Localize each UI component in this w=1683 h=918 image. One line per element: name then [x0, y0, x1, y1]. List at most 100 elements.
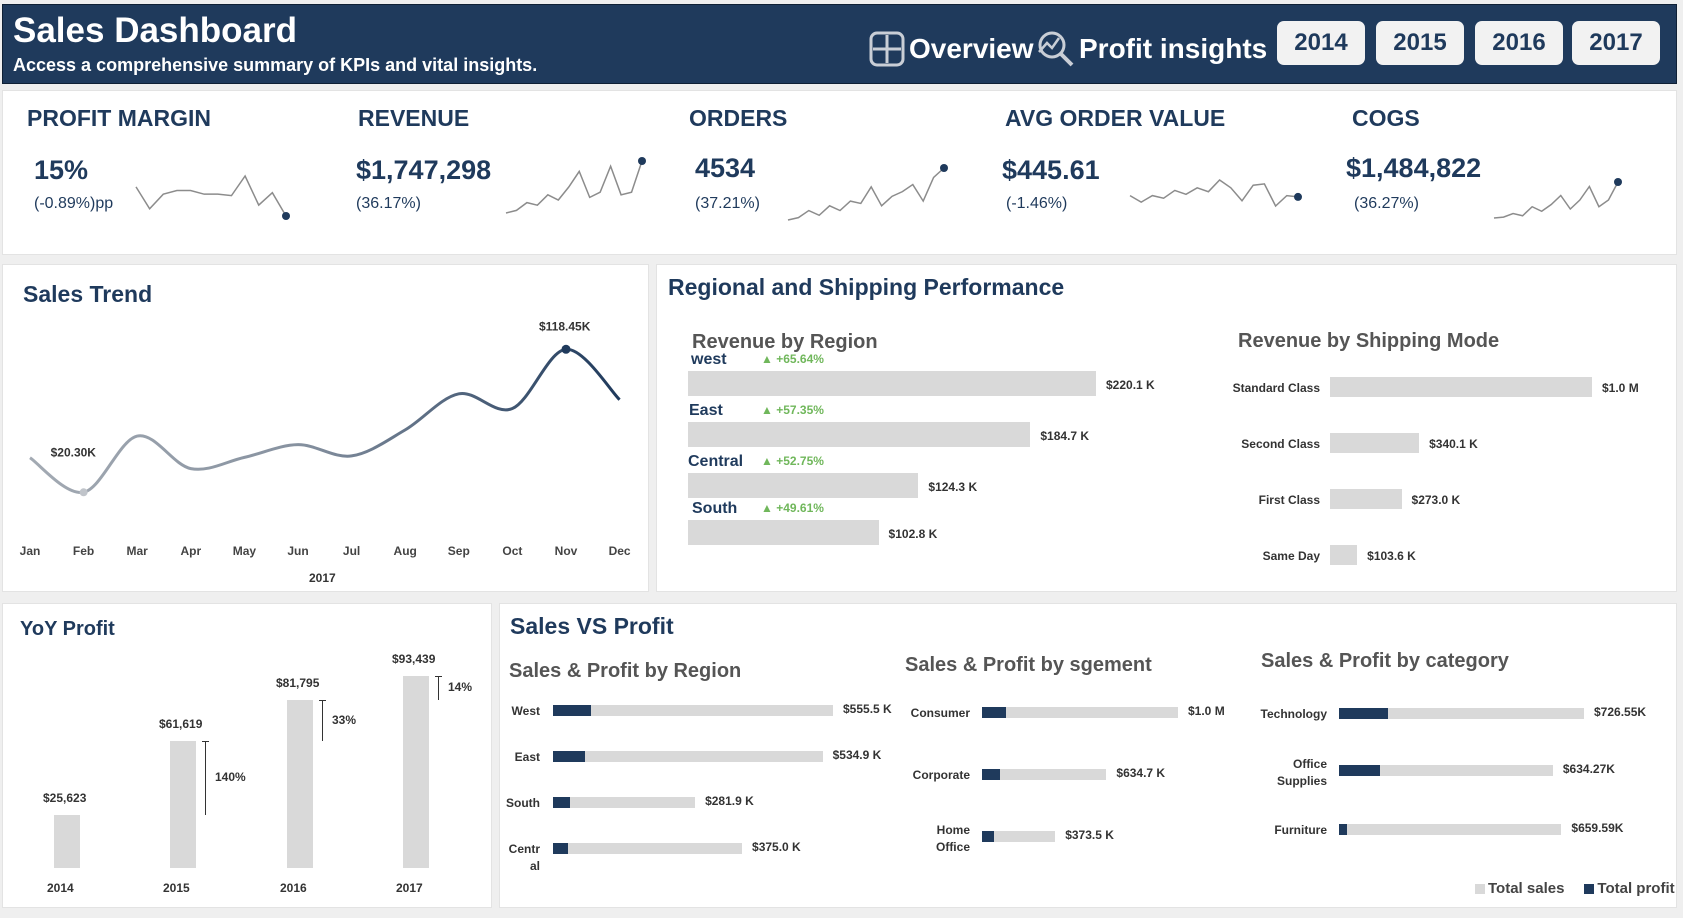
sales-trend-month-label: Feb	[73, 544, 94, 558]
sp-segment-value-label: $634.7 K	[1116, 766, 1166, 780]
sp-region-profit-bar	[553, 705, 591, 716]
yoy-value-label: $61,619	[159, 717, 203, 732]
shipping-mode-label: Second Class	[1241, 437, 1320, 451]
kpi-aov-title: AVG ORDER VALUE	[1005, 105, 1226, 131]
year-button-2014[interactable]: 2014	[1277, 21, 1365, 65]
sparkline-endpoint	[638, 157, 646, 165]
sp-legend: Total sales Total profit	[1475, 880, 1675, 897]
kpi-profit-margin-sparkline	[135, 174, 290, 220]
yoy-bar	[287, 699, 313, 868]
sales-trend-max-label: $118.45K	[539, 319, 591, 333]
sparkline-path	[787, 167, 945, 221]
sp-region-label: South	[506, 796, 540, 810]
kpi-cogs-sparkline	[1493, 178, 1622, 219]
nav-profit-insights-label: Profit insights	[1079, 33, 1268, 64]
sp-category-profit-bar	[1339, 824, 1347, 835]
yoy-year-label: 2014	[47, 881, 74, 895]
yoy-growth-label: 14%	[448, 679, 473, 694]
sales-trend-month-label: Nov	[555, 544, 578, 558]
legend-total-profit: Total profit	[1597, 880, 1675, 897]
sparkline-path	[1493, 181, 1619, 219]
kpi-aov-sparkline	[1129, 179, 1302, 208]
yoy-profit-title: YoY Profit	[20, 618, 115, 640]
sales-trend-month-label: Jan	[20, 544, 41, 558]
sp-segment-sales-bar	[982, 769, 1107, 780]
sales-trend-month-label: Jul	[343, 544, 360, 558]
kpi-orders-delta: (37.21%)	[695, 195, 760, 212]
sales-trend-month-label: Aug	[394, 544, 417, 558]
sales-trend-month-label: Oct	[502, 544, 522, 558]
regional-title: Regional and Shipping Performance	[668, 274, 1065, 300]
kpi-cogs-title: COGS	[1352, 105, 1420, 131]
shipping-bar-label: $340.1 K	[1429, 437, 1478, 451]
sp-region-value-label: $375.0 K	[752, 840, 801, 854]
dashboard-header: Sales Dashboard Access a comprehensive s…	[2, 4, 1677, 84]
region-bar-label: $184.7 K	[1040, 429, 1090, 443]
sp-region-label: East	[514, 750, 540, 764]
sp-region-profit-bar	[553, 843, 568, 854]
sparkline-endpoint	[282, 212, 290, 220]
sp-category-sales-bar	[1339, 824, 1562, 835]
nav-overview[interactable]: Overview	[869, 27, 1034, 71]
yoy-year-label: 2017	[396, 881, 423, 895]
yoy-bar	[170, 741, 196, 868]
kpi-cogs-value: $1,484,822	[1346, 153, 1482, 183]
sp-category-value-label: $659.59K	[1571, 821, 1624, 835]
yoy-growth-tick	[319, 699, 326, 701]
yoy-bar	[54, 815, 80, 868]
shipping-bar-label: $1.0 M	[1602, 381, 1639, 395]
kpi-revenue-delta: (36.17%)	[356, 195, 421, 212]
kpi-revenue-title: REVENUE	[358, 105, 470, 131]
year-button-2017[interactable]: 2017	[1572, 21, 1660, 65]
region-bar-label: $124.3 K	[928, 480, 978, 494]
yoy-growth-tick	[435, 676, 442, 677]
kpi-orders-title: ORDERS	[689, 105, 788, 131]
region-bar	[688, 473, 919, 498]
page-subtitle: Access a comprehensive summary of KPIs a…	[13, 55, 538, 75]
sp-region-title: Sales & Profit by Region	[509, 660, 742, 682]
kpi-panel: PROFIT MARGIN 15% (-0.89%)pp REVENUE $1,…	[2, 90, 1677, 255]
sp-region-value-label: $281.9 K	[705, 794, 754, 808]
kpi-revenue-value: $1,747,298	[356, 155, 492, 185]
nav-profit-insights[interactable]: Profit insights	[1037, 27, 1267, 71]
sparkline-endpoint	[940, 164, 948, 172]
shipping-bar-label: $103.6 K	[1367, 549, 1416, 563]
sp-category-title: Sales & Profit by category	[1261, 650, 1509, 672]
kpi-profit-margin-value: 15%	[34, 155, 89, 185]
sp-region-value-label: $534.9 K	[832, 748, 882, 762]
nav-overview-label: Overview	[909, 33, 1034, 64]
legend-total-sales: Total sales	[1488, 880, 1565, 897]
shipping-bar	[1330, 433, 1420, 453]
sp-region-label: Centr al	[508, 842, 540, 873]
legend-swatch-profit	[1584, 883, 1595, 894]
shipping-bar	[1330, 489, 1402, 509]
sp-region-sales-bar	[553, 705, 833, 716]
kpi-revenue-sparkline	[505, 157, 646, 214]
sales-trend-panel: Sales Trend $20.30K $118.45K Jan Feb Mar Apr M…	[2, 264, 649, 592]
sales-vs-profit-title: Sales VS Profit	[510, 613, 674, 639]
shipping-mode-label: Same Day	[1262, 549, 1320, 563]
sp-region-sales-bar	[553, 751, 823, 762]
sp-region-label: West	[511, 704, 540, 718]
grid-icon	[869, 31, 905, 67]
kpi-aov-delta: (-1.46%)	[1006, 195, 1068, 212]
sp-category-label: Technology	[1260, 707, 1327, 721]
sales-trend-min-point	[79, 488, 88, 497]
yoy-growth-label: 33%	[332, 712, 357, 727]
sales-trend-month-label: Apr	[180, 544, 201, 558]
sp-region-profit-bar	[553, 797, 571, 808]
year-button-2016[interactable]: 2016	[1475, 21, 1563, 65]
sp-region-sales-bar	[553, 843, 743, 854]
sp-segment-sales-bar	[982, 707, 1178, 718]
sp-segment-label: Corporate	[912, 768, 970, 782]
page-title: Sales Dashboard	[13, 11, 297, 50]
year-button-2015[interactable]: 2015	[1376, 21, 1464, 65]
sp-category-label: Furniture	[1274, 823, 1327, 837]
sales-trend-month-label: Dec	[609, 544, 631, 558]
yoy-year-label: 2016	[280, 881, 307, 895]
region-growth: ▲ +57.35%	[761, 403, 824, 417]
kpi-orders-value: 4534	[695, 153, 756, 183]
yoy-year-label: 2015	[163, 881, 190, 895]
sales-vs-profit-panel: Sales VS Profit Sales & Profit by Region…	[499, 603, 1677, 908]
sp-segment-profit-bar	[982, 707, 1006, 718]
